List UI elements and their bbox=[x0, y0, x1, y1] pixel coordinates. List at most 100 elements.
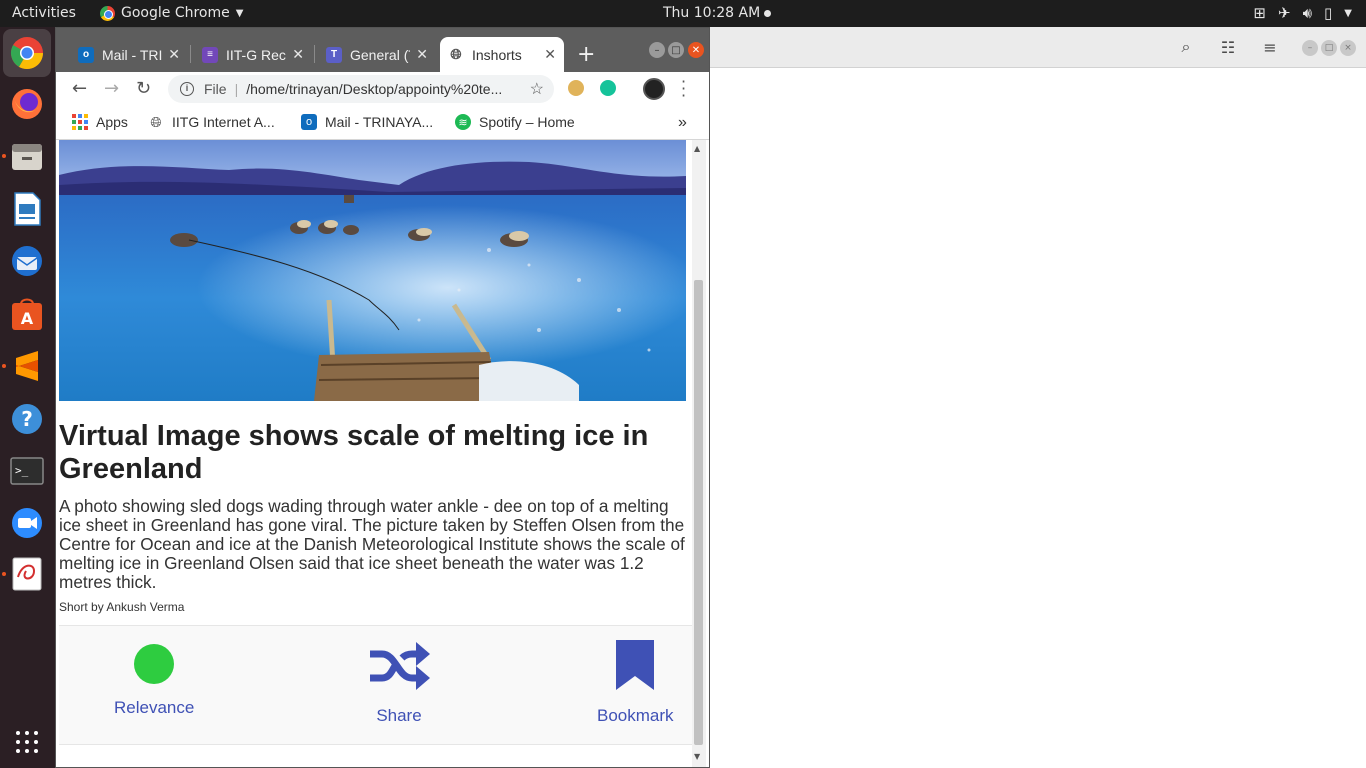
chrome-icon bbox=[10, 37, 44, 70]
writer-icon bbox=[14, 192, 41, 226]
dock: A ? >_ bbox=[0, 27, 55, 768]
close-icon[interactable]: ✕ bbox=[688, 42, 704, 58]
bookmark-icon bbox=[616, 640, 655, 690]
search-icon[interactable]: ⌕ bbox=[1171, 35, 1201, 59]
page-scrollbar[interactable]: ▲ ▼ bbox=[692, 140, 706, 767]
close-icon[interactable]: ✕ bbox=[416, 46, 428, 63]
back-icon[interactable]: ← bbox=[72, 78, 87, 99]
shuffle-icon bbox=[370, 642, 430, 690]
relevance-button[interactable]: Relevance bbox=[114, 644, 194, 718]
app-menu[interactable]: Google Chrome ▼ bbox=[100, 5, 243, 21]
system-tray[interactable]: ⊞ ✈ 🔊︎ ▯ ▼ bbox=[1253, 4, 1352, 22]
bookmark-label: IITG Internet A... bbox=[172, 114, 275, 130]
tab-title: Mail - TRINAYAN bbox=[102, 46, 163, 63]
bookmark-button[interactable]: Bookmark bbox=[597, 640, 674, 726]
bookmark-mail[interactable]: o Mail - TRINAYA... bbox=[301, 114, 433, 130]
bookmark-apps[interactable]: Apps bbox=[72, 114, 128, 130]
view-list-icon[interactable]: ☷ bbox=[1213, 35, 1243, 59]
teams-icon: T bbox=[326, 46, 342, 63]
bookmark-label: Mail - TRINAYA... bbox=[325, 114, 434, 130]
more-bookmarks-icon[interactable]: » bbox=[678, 114, 687, 132]
background-window: ⌕ ☷ ≡ – □ × bbox=[710, 27, 1366, 768]
files-icon bbox=[12, 144, 42, 170]
share-button[interactable]: Share bbox=[368, 640, 430, 726]
dock-zoom[interactable] bbox=[8, 504, 46, 542]
dock-terminal[interactable]: >_ bbox=[8, 452, 46, 490]
bookmark-label: Bookmark bbox=[597, 706, 674, 725]
running-indicator bbox=[2, 572, 6, 576]
close-icon[interactable]: ✕ bbox=[544, 46, 556, 63]
battery-icon: ▯ bbox=[1324, 4, 1333, 22]
minimize-icon[interactable]: – bbox=[1302, 40, 1318, 56]
background-window-header: ⌕ ☷ ≡ – □ × bbox=[710, 27, 1366, 68]
maximize-icon[interactable]: □ bbox=[668, 42, 684, 58]
web-page: Virtual Image shows scale of melting ice… bbox=[56, 140, 692, 767]
outlook-icon: o bbox=[78, 46, 94, 63]
close-icon[interactable]: × bbox=[1340, 40, 1356, 56]
dock-app-grid[interactable] bbox=[8, 723, 46, 761]
outlook-icon: o bbox=[301, 114, 317, 130]
address-separator: | bbox=[234, 81, 239, 97]
maximize-icon[interactable]: □ bbox=[1321, 40, 1337, 56]
dock-docviewer[interactable] bbox=[2, 555, 46, 593]
tab-inshorts[interactable]: 🌐︎ Inshorts ✕ bbox=[440, 37, 564, 72]
dock-help[interactable]: ? bbox=[8, 400, 46, 438]
more-menu-icon[interactable]: · · · bbox=[681, 74, 686, 104]
tab-separator bbox=[314, 45, 315, 63]
scroll-up-icon[interactable]: ▲ bbox=[694, 144, 700, 153]
reload-icon[interactable]: ↻ bbox=[136, 78, 151, 99]
tab-mail[interactable]: o Mail - TRINAYAN ✕ bbox=[70, 37, 188, 72]
dock-software[interactable]: A bbox=[8, 295, 46, 333]
bookmark-star-icon[interactable]: ☆ bbox=[530, 79, 544, 99]
forms-icon: ≡ bbox=[202, 46, 218, 63]
svg-text:A: A bbox=[21, 309, 34, 328]
running-indicator bbox=[2, 154, 6, 158]
svg-text:?: ? bbox=[21, 407, 33, 431]
article-headline: Virtual Image shows scale of melting ice… bbox=[59, 420, 649, 485]
dock-files[interactable] bbox=[2, 137, 46, 175]
terminal-icon: >_ bbox=[10, 457, 44, 485]
bookmark-spotify[interactable]: ≋ Spotify – Home bbox=[455, 114, 575, 130]
new-tab-button[interactable]: + bbox=[577, 42, 595, 67]
sublime-icon bbox=[16, 351, 38, 381]
top-bar: Activities Google Chrome ▼ Thu 10:28 AM … bbox=[0, 0, 1366, 27]
bookmark-iitg[interactable]: 🌐︎ IITG Internet A... bbox=[148, 114, 275, 131]
tab-teams[interactable]: T General (Teams) ✕ bbox=[318, 37, 436, 72]
close-icon[interactable]: ✕ bbox=[168, 46, 180, 63]
app-grid-icon bbox=[16, 731, 38, 753]
browser-toolbar: ← → ↻ i File | /home/trinayan/Desktop/ap… bbox=[56, 72, 709, 106]
clock[interactable]: Thu 10:28 AM bbox=[663, 5, 772, 21]
chrome-window: o Mail - TRINAYAN ✕ ≡ IIT-G Recruitment … bbox=[55, 27, 710, 768]
url-text[interactable]: /home/trinayan/Desktop/appointy%20te... bbox=[246, 81, 529, 97]
globe-icon: 🌐︎ bbox=[450, 46, 462, 62]
volume-icon: 🔊︎ bbox=[1302, 4, 1313, 22]
activities-button[interactable]: Activities bbox=[12, 5, 76, 21]
tab-separator bbox=[190, 45, 191, 63]
article-body: A photo showing sled dogs wading through… bbox=[59, 496, 685, 592]
scroll-down-icon[interactable]: ▼ bbox=[694, 752, 700, 761]
help-icon: ? bbox=[12, 404, 42, 434]
hamburger-menu-icon[interactable]: ≡ bbox=[1255, 35, 1285, 59]
grammarly-extension-icon[interactable] bbox=[600, 80, 616, 96]
svg-text:>_: >_ bbox=[15, 464, 29, 477]
dock-chrome[interactable] bbox=[3, 29, 51, 77]
info-icon[interactable]: i bbox=[180, 82, 194, 96]
app-menu-label: Google Chrome bbox=[121, 5, 230, 21]
dock-firefox[interactable] bbox=[8, 85, 46, 123]
address-bar[interactable]: i File | /home/trinayan/Desktop/appointy… bbox=[168, 75, 554, 103]
bookmarks-bar: Apps 🌐︎ IITG Internet A... o Mail - TRIN… bbox=[56, 106, 709, 140]
apps-grid-icon bbox=[72, 114, 88, 130]
cookie-extension-icon[interactable] bbox=[568, 80, 584, 96]
dock-writer[interactable] bbox=[8, 190, 46, 228]
minimize-icon[interactable]: – bbox=[649, 42, 665, 58]
tab-iitg[interactable]: ≡ IIT-G Recruitment ✕ bbox=[194, 37, 312, 72]
close-icon[interactable]: ✕ bbox=[292, 46, 304, 63]
bookmark-label: Spotify – Home bbox=[479, 114, 575, 130]
dock-sublime[interactable] bbox=[2, 347, 46, 385]
document-viewer-icon bbox=[12, 557, 42, 591]
scroll-thumb[interactable] bbox=[694, 280, 703, 745]
tab-title: General (Teams) bbox=[350, 46, 410, 63]
avatar[interactable] bbox=[643, 78, 665, 100]
dock-thunderbird[interactable] bbox=[8, 242, 46, 280]
forward-icon[interactable]: → bbox=[104, 78, 119, 99]
